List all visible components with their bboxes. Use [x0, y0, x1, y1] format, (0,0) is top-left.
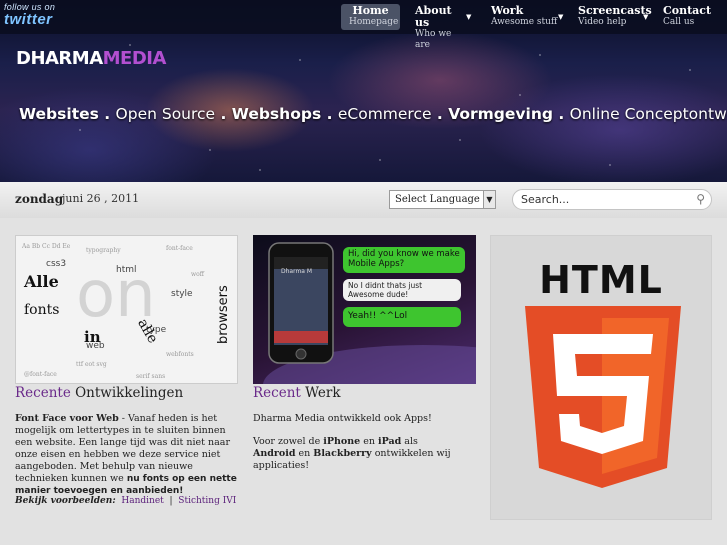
recent-developments-text: Font Face voor Web - Vanaf heden is het … [15, 413, 237, 497]
language-select-value: Select Language [395, 194, 480, 205]
recent-work-intro: Dharma Media ontwikkeld ook Apps! [253, 413, 432, 424]
text-bold-lead: Font Face voor Web [15, 413, 119, 424]
fontimg-word-fonts: fonts [24, 302, 60, 318]
text-fragment: Voor zowel de [253, 436, 324, 447]
chat-bubble-2: No I didnt thats just Awesome dude! [348, 281, 423, 299]
font-face-image[interactable]: Aa Bb Cc Dd Ee typography font-face @font-… [15, 235, 238, 384]
svg-text:font-face: font-face [166, 245, 193, 252]
search-placeholder: Search... [521, 193, 570, 206]
nav-contact-title: Contact [663, 4, 712, 17]
nav-about-sub: Who we are [415, 29, 452, 50]
platform-blackberry: Blackberry [313, 448, 372, 459]
nav-work[interactable]: Work Awesome stuff ▼ [483, 4, 568, 30]
nav-contact[interactable]: Contact Call us [655, 4, 719, 30]
phone-screen-label: Dharma M [281, 268, 313, 275]
tagline-ecommerce: eCommerce [337, 105, 432, 123]
current-date: juni 26 , 2011 [62, 192, 140, 205]
examples-links: Bekijk voorbeelden: Handinet | Stichting… [15, 496, 236, 506]
tagline-sep: . [321, 105, 338, 123]
tagline-sep: . [98, 105, 116, 123]
tagline-online: Online Conceptontwikkeling [569, 105, 727, 123]
search-input[interactable]: Search... ⚲ [512, 189, 712, 210]
page: follow us on twitter Home Homepage About… [0, 0, 727, 545]
nav-contact-sub: Call us [663, 17, 695, 27]
svg-text:ttf eot svg: ttf eot svg [76, 361, 107, 368]
svg-text:style: style [171, 289, 193, 299]
svg-text:webfonts: webfonts [166, 351, 194, 358]
platform-ipad: iPad [377, 436, 402, 447]
mobile-apps-image[interactable]: Dharma M Hi, did you know we make Mobile… [253, 235, 476, 384]
tagline-webshops: Webshops [231, 105, 322, 123]
svg-text:@font-face: @font-face [24, 371, 57, 378]
recent-work-heading: Recent Werk [253, 385, 341, 401]
chat-bubble-1: Hi, did you know we make Mobile Apps? [348, 249, 460, 269]
html5-promo[interactable]: HTML [490, 235, 712, 520]
chat-bubble-3: Yeah!! ^^Lol [348, 311, 408, 321]
language-select[interactable]: Select Language ▼ [389, 190, 496, 209]
heading-highlight: Recent [253, 385, 301, 401]
text-fragment: als [401, 436, 418, 447]
hero-banner: follow us on twitter Home Homepage About… [0, 0, 727, 182]
heading-rest: Ontwikkelingen [70, 385, 184, 401]
logo-part-dharma: DHARMA [16, 48, 103, 69]
platform-iphone: iPhone [323, 436, 361, 447]
site-logo[interactable]: DHARMAMEDIA [16, 48, 166, 69]
nav-work-title: Work [491, 4, 524, 17]
tagline-sep: . [215, 105, 232, 123]
fontimg-word-browsers: browsers [216, 285, 231, 344]
link-separator: | [169, 496, 173, 506]
tagline-sep: . [552, 105, 570, 123]
tagline-vormgeving: Vormgeving [448, 105, 553, 123]
nav-home[interactable]: Home Homepage [341, 4, 400, 30]
chevron-down-icon: ▼ [483, 191, 495, 208]
svg-text:Aa Bb Cc Dd Ee: Aa Bb Cc Dd Ee [21, 243, 71, 250]
chevron-down-icon: ▼ [643, 13, 649, 21]
chevron-down-icon: ▼ [466, 13, 472, 21]
nav-about-title: About us [415, 4, 452, 29]
nav-home-sub: Homepage [349, 17, 399, 27]
link-stichting-ivi[interactable]: Stichting IVI [178, 496, 236, 506]
tagline: Websites . Open Source . Webshops . eCom… [19, 105, 727, 123]
nav-work-sub: Awesome stuff [491, 17, 558, 27]
recent-developments-heading: Recente Ontwikkelingen [15, 385, 183, 401]
top-navigation-bar: follow us on twitter Home Homepage About… [0, 0, 727, 51]
tagline-opensource: Open Source [115, 105, 216, 123]
tagline-sep: . [431, 105, 449, 123]
nav-screencasts-sub: Video help [578, 17, 627, 27]
link-handinet[interactable]: Handinet [121, 496, 163, 506]
recent-work-platforms: Voor zowel de iPhone en iPad als Android… [253, 436, 453, 472]
twitter-follow-link[interactable]: follow us on twitter [4, 2, 74, 30]
text-fragment: en [295, 448, 314, 459]
platform-android: Android [253, 448, 296, 459]
fontimg-word-in: in [84, 328, 101, 346]
svg-text:typography: typography [86, 247, 121, 254]
examples-label: Bekijk voorbeelden: [15, 496, 116, 506]
logo-part-media: MEDIA [102, 48, 167, 69]
heading-highlight: Recente [15, 385, 71, 401]
html5-shield-icon [525, 306, 681, 488]
chevron-down-icon: ▼ [558, 13, 564, 21]
text-fragment: en [360, 436, 378, 447]
nav-home-title: Home [352, 4, 389, 17]
nav-about[interactable]: About us Who we are ▼ [407, 4, 477, 51]
current-day: zondag [15, 192, 64, 206]
nav-screencasts[interactable]: Screencasts Video help ▼ [570, 4, 654, 30]
fontimg-word-alle: Alle [24, 272, 59, 291]
nav-screencasts-title: Screencasts [578, 4, 652, 17]
twitter-logo: twitter [4, 11, 53, 28]
tagline-websites: Websites [19, 105, 99, 123]
search-icon[interactable]: ⚲ [696, 192, 705, 206]
svg-text:serif sans: serif sans [136, 373, 165, 380]
svg-text:css3: css3 [46, 259, 66, 269]
heading-rest: Werk [300, 385, 341, 401]
svg-text:woff: woff [191, 271, 205, 278]
